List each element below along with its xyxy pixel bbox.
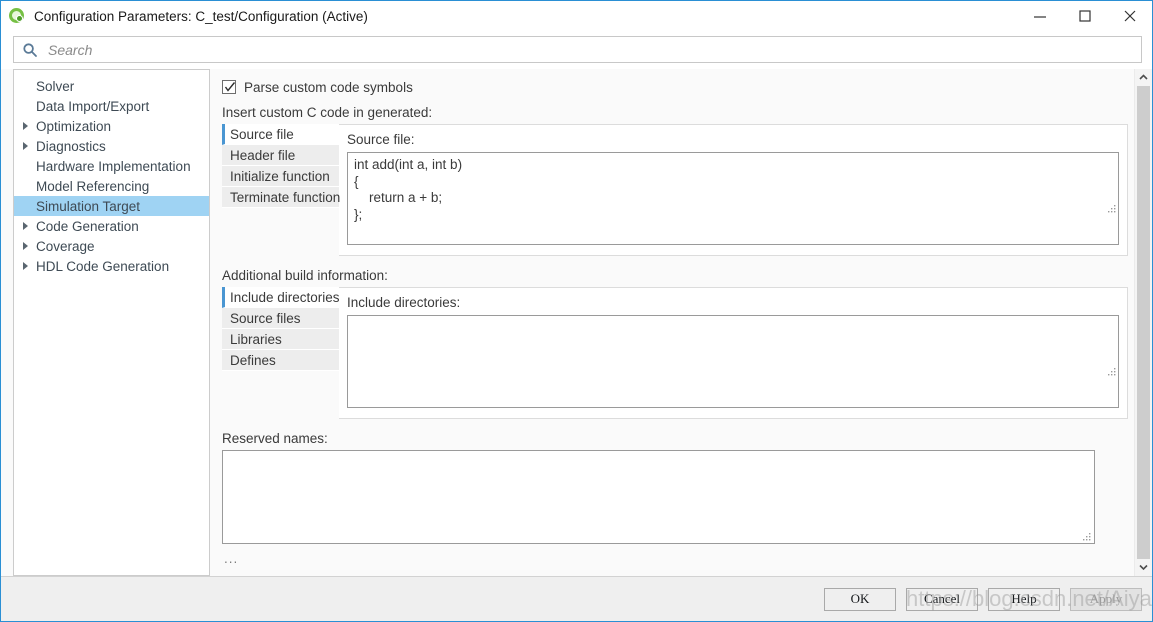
expand-arrow-icon[interactable] [22, 242, 36, 250]
parse-custom-code-symbols-checkbox[interactable] [222, 80, 236, 94]
sidebar-item-hardware-implementation[interactable]: Hardware Implementation [14, 156, 209, 176]
tab-include-directories[interactable]: Include directories [222, 287, 340, 308]
parse-custom-code-symbols-row[interactable]: Parse custom code symbols [222, 77, 1128, 97]
insert-custom-code-label: Insert custom C code in generated: [222, 105, 433, 120]
tab-label: Defines [230, 352, 276, 368]
sidebar-item-simulation-target[interactable]: Simulation Target [14, 196, 209, 216]
reserved-names-textarea[interactable] [222, 450, 1095, 544]
simulink-icon [8, 7, 26, 25]
tab-label: Libraries [230, 331, 282, 347]
sidebar-item-label: Hardware Implementation [36, 158, 191, 174]
sidebar-item-data-import-export[interactable]: Data Import/Export [14, 96, 209, 116]
ok-button[interactable]: OK [824, 587, 896, 611]
resize-grip-icon[interactable] [1081, 530, 1092, 541]
build-info-tabpane: Include directories: [339, 287, 1128, 419]
configuration-parameters-window: Configuration Parameters: C_test/Configu… [0, 0, 1153, 622]
reserved-names-label: Reserved names: [222, 431, 328, 446]
sidebar-item-model-referencing[interactable]: Model Referencing [14, 176, 209, 196]
sidebar-item-label: Code Generation [36, 218, 139, 234]
expand-arrow-icon[interactable] [22, 142, 36, 150]
sidebar-item-coverage[interactable]: Coverage [14, 236, 209, 256]
sidebar-item-label: Diagnostics [36, 138, 106, 154]
source-file-label: Source file: [347, 132, 415, 147]
tab-libraries[interactable]: Libraries [222, 329, 339, 350]
chevron-down-icon[interactable] [1135, 559, 1152, 576]
scrollbar-thumb[interactable] [1137, 86, 1150, 559]
include-directories-textarea[interactable] [347, 315, 1119, 408]
simulation-target-panel: Parse custom code symbols Insert custom … [210, 69, 1128, 576]
build-info-tabstrip[interactable]: Include directories Source files Librari… [222, 287, 340, 419]
tab-source-file[interactable]: Source file [222, 124, 339, 145]
maximize-icon[interactable] [1062, 1, 1107, 31]
window-controls [1017, 1, 1152, 31]
dialog-body: Solver Data Import/Export Optimization D… [1, 69, 1152, 576]
custom-code-tabgroup: Source file Header file Initialize funct… [222, 124, 1128, 256]
settings-tree[interactable]: Solver Data Import/Export Optimization D… [13, 69, 210, 576]
expand-arrow-icon[interactable] [22, 122, 36, 130]
build-info-tabgroup: Include directories Source files Librari… [222, 287, 1128, 419]
sidebar-item-label: Optimization [36, 118, 112, 134]
additional-build-information-label: Additional build information: [222, 268, 388, 283]
resize-grip-icon[interactable] [1106, 202, 1117, 213]
custom-code-tabstrip[interactable]: Source file Header file Initialize funct… [222, 124, 341, 256]
search-row [1, 31, 1152, 69]
content-wrapper: Parse custom code symbols Insert custom … [210, 69, 1152, 576]
sidebar-item-label: Data Import/Export [36, 98, 150, 114]
title-bar: Configuration Parameters: C_test/Configu… [1, 1, 1152, 31]
cancel-button[interactable]: Cancel [906, 587, 978, 611]
search-box[interactable] [13, 36, 1142, 63]
minimize-icon[interactable] [1017, 1, 1062, 31]
tab-defines[interactable]: Defines [222, 350, 339, 371]
check-icon [224, 82, 236, 92]
custom-code-tabpane: Source file: int add(int a, int b) { ret… [339, 124, 1128, 256]
tab-terminate-function[interactable]: Terminate function [222, 187, 341, 208]
resize-grip-icon[interactable] [1106, 365, 1117, 376]
include-directories-label: Include directories: [347, 295, 461, 310]
sidebar-item-code-generation[interactable]: Code Generation [14, 216, 209, 236]
tab-header-file[interactable]: Header file [222, 145, 339, 166]
tab-label: Include directories [230, 289, 340, 305]
expand-arrow-icon[interactable] [22, 262, 36, 270]
tab-label: Source files [230, 310, 301, 326]
source-file-textarea[interactable]: int add(int a, int b) { return a + b; }; [347, 152, 1119, 245]
sidebar-item-optimization[interactable]: Optimization [14, 116, 209, 136]
tab-label: Terminate function [230, 189, 341, 205]
sidebar-item-label: Simulation Target [36, 198, 141, 214]
apply-button: Apply [1070, 587, 1142, 611]
tab-label: Header file [230, 147, 296, 163]
tab-label: Source file [230, 126, 294, 142]
window-title: Configuration Parameters: C_test/Configu… [34, 8, 368, 24]
chevron-up-icon[interactable] [1135, 69, 1152, 86]
sidebar-item-label: HDL Code Generation [36, 258, 170, 274]
close-icon[interactable] [1107, 1, 1152, 31]
tab-source-files[interactable]: Source files [222, 308, 339, 329]
sidebar-item-label: Coverage [36, 238, 95, 254]
help-button[interactable]: Help [988, 587, 1060, 611]
vertical-scrollbar[interactable] [1134, 69, 1152, 576]
sidebar-item-diagnostics[interactable]: Diagnostics [14, 136, 209, 156]
search-icon [22, 42, 38, 58]
sidebar-item-label: Model Referencing [36, 178, 150, 194]
sidebar-item-label: Solver [36, 78, 75, 94]
overflow-indicator: ... [224, 551, 239, 566]
expand-arrow-icon[interactable] [22, 222, 36, 230]
parse-custom-code-symbols-label: Parse custom code symbols [244, 79, 413, 95]
search-input[interactable] [46, 36, 1141, 63]
dialog-footer: https://blog.csdn.net/Aiyanghong OK Canc… [1, 576, 1153, 621]
sidebar-item-solver[interactable]: Solver [14, 76, 209, 96]
sidebar-item-hdl-code-generation[interactable]: HDL Code Generation [14, 256, 209, 276]
tab-initialize-function[interactable]: Initialize function [222, 166, 339, 187]
tab-label: Initialize function [230, 168, 330, 184]
